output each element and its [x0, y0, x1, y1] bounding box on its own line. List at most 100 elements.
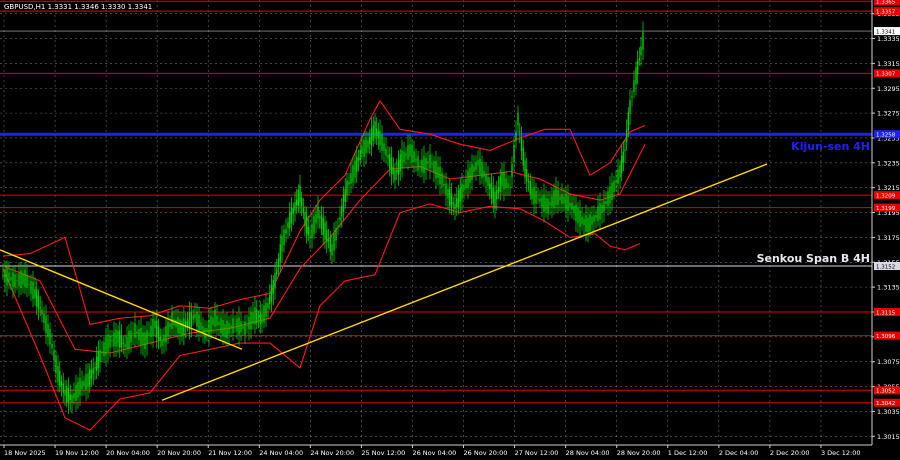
candle-body — [89, 368, 91, 386]
candle-body — [309, 236, 311, 239]
candle-body — [302, 207, 305, 214]
candle-body — [59, 371, 61, 387]
candle-body — [577, 207, 579, 224]
candle-body — [248, 317, 250, 330]
candle-body — [503, 172, 505, 190]
candle-body — [167, 322, 169, 338]
candle-body — [573, 206, 575, 213]
candle-body — [563, 196, 565, 204]
candle-body — [30, 281, 32, 294]
candle-body — [526, 168, 528, 182]
candle-body — [454, 203, 456, 209]
candle-body — [146, 330, 148, 345]
candle-body — [236, 318, 238, 332]
candle-body — [47, 323, 49, 338]
candle-body — [287, 222, 289, 228]
candle-body — [635, 67, 637, 85]
candle-body — [549, 202, 551, 206]
candle-body — [473, 166, 475, 172]
candle-body — [103, 342, 105, 357]
time-tick-label: 1 Dec 12:00 — [668, 449, 708, 457]
candle-body — [99, 349, 101, 362]
candle-body — [587, 217, 589, 233]
candle-body — [36, 289, 38, 307]
candle-body — [276, 269, 278, 275]
candle-body — [561, 194, 563, 205]
candle-body — [150, 325, 152, 337]
candle-body — [529, 181, 531, 195]
time-tick-label: 21 Nov 12:00 — [208, 449, 252, 457]
level-caption: Kijun-sen 4H — [791, 140, 870, 153]
candle-body — [87, 373, 89, 388]
candle-body — [12, 272, 14, 288]
candle-body — [344, 189, 346, 202]
candle-body — [507, 183, 509, 188]
candle-body — [41, 309, 43, 315]
symbol-header: GBPUSD,H1 1.3331 1.3346 1.3330 1.3341 — [4, 3, 152, 11]
candle-body — [144, 332, 146, 349]
candle-body — [95, 356, 98, 371]
candle-body — [527, 181, 530, 183]
candle-body — [359, 149, 361, 161]
candle-body — [449, 188, 451, 206]
candle-body — [152, 318, 154, 337]
candle-body — [256, 309, 258, 324]
candle-body — [294, 202, 296, 211]
candle-body — [232, 318, 234, 334]
time-tick-label: 26 Nov 04:00 — [412, 449, 456, 457]
candle-body — [377, 131, 380, 139]
candle-body — [107, 334, 109, 352]
candle-body — [490, 182, 493, 199]
candle-body — [524, 160, 526, 178]
candle-body — [481, 162, 483, 179]
time-tick-label: 3 Dec 12:00 — [821, 449, 861, 457]
candle-body — [357, 158, 360, 162]
candle-body — [194, 313, 196, 318]
candle-body — [156, 320, 158, 338]
candle-body — [212, 317, 214, 325]
time-tick-label: 24 Nov 04:00 — [259, 449, 303, 457]
candle-body — [397, 159, 400, 175]
candle-body — [333, 233, 335, 251]
candle-body — [113, 332, 115, 347]
candle-body — [128, 330, 130, 349]
candle-body — [283, 229, 285, 246]
candle-body — [415, 158, 417, 162]
candle-body — [192, 315, 194, 320]
candle-body — [361, 146, 363, 155]
candle-body — [6, 268, 8, 286]
candle-body — [403, 151, 405, 163]
candle-body — [407, 145, 409, 160]
candle-body — [4, 269, 6, 283]
candle-body — [595, 214, 597, 218]
price-level-badge-text: 1.3258 — [876, 133, 896, 139]
price-chart[interactable]: 18 Nov 2025 19 Nov 12:00 20 Nov 04:00 20 No… — [0, 0, 900, 460]
price-tick-label: 1.3295 — [877, 85, 900, 93]
candle-body — [331, 244, 333, 256]
candle-body — [94, 366, 96, 369]
price-tick-label: 1.3015 — [877, 433, 900, 441]
candle-body — [535, 190, 537, 204]
candle-body — [69, 394, 71, 400]
candle-body — [226, 320, 228, 339]
candle-body — [259, 311, 261, 324]
candle-body — [210, 315, 212, 333]
candle-body — [543, 194, 545, 212]
candle-body — [14, 274, 16, 288]
candle-body — [494, 191, 496, 209]
candle-body — [447, 189, 449, 199]
candle-body — [238, 317, 240, 335]
candle-body — [85, 373, 87, 390]
candle-body — [18, 273, 20, 287]
candle-body — [57, 366, 59, 383]
candle-body — [513, 144, 515, 163]
candle-body — [148, 332, 150, 336]
candle-body — [319, 216, 321, 218]
price-level-badge-text: 1.3365 — [876, 0, 896, 6]
candle-body — [277, 257, 280, 267]
candle-body — [285, 228, 287, 234]
candle-body — [452, 202, 454, 205]
candle-body — [297, 190, 300, 206]
candle-body — [640, 46, 642, 56]
candle-body — [624, 149, 626, 152]
